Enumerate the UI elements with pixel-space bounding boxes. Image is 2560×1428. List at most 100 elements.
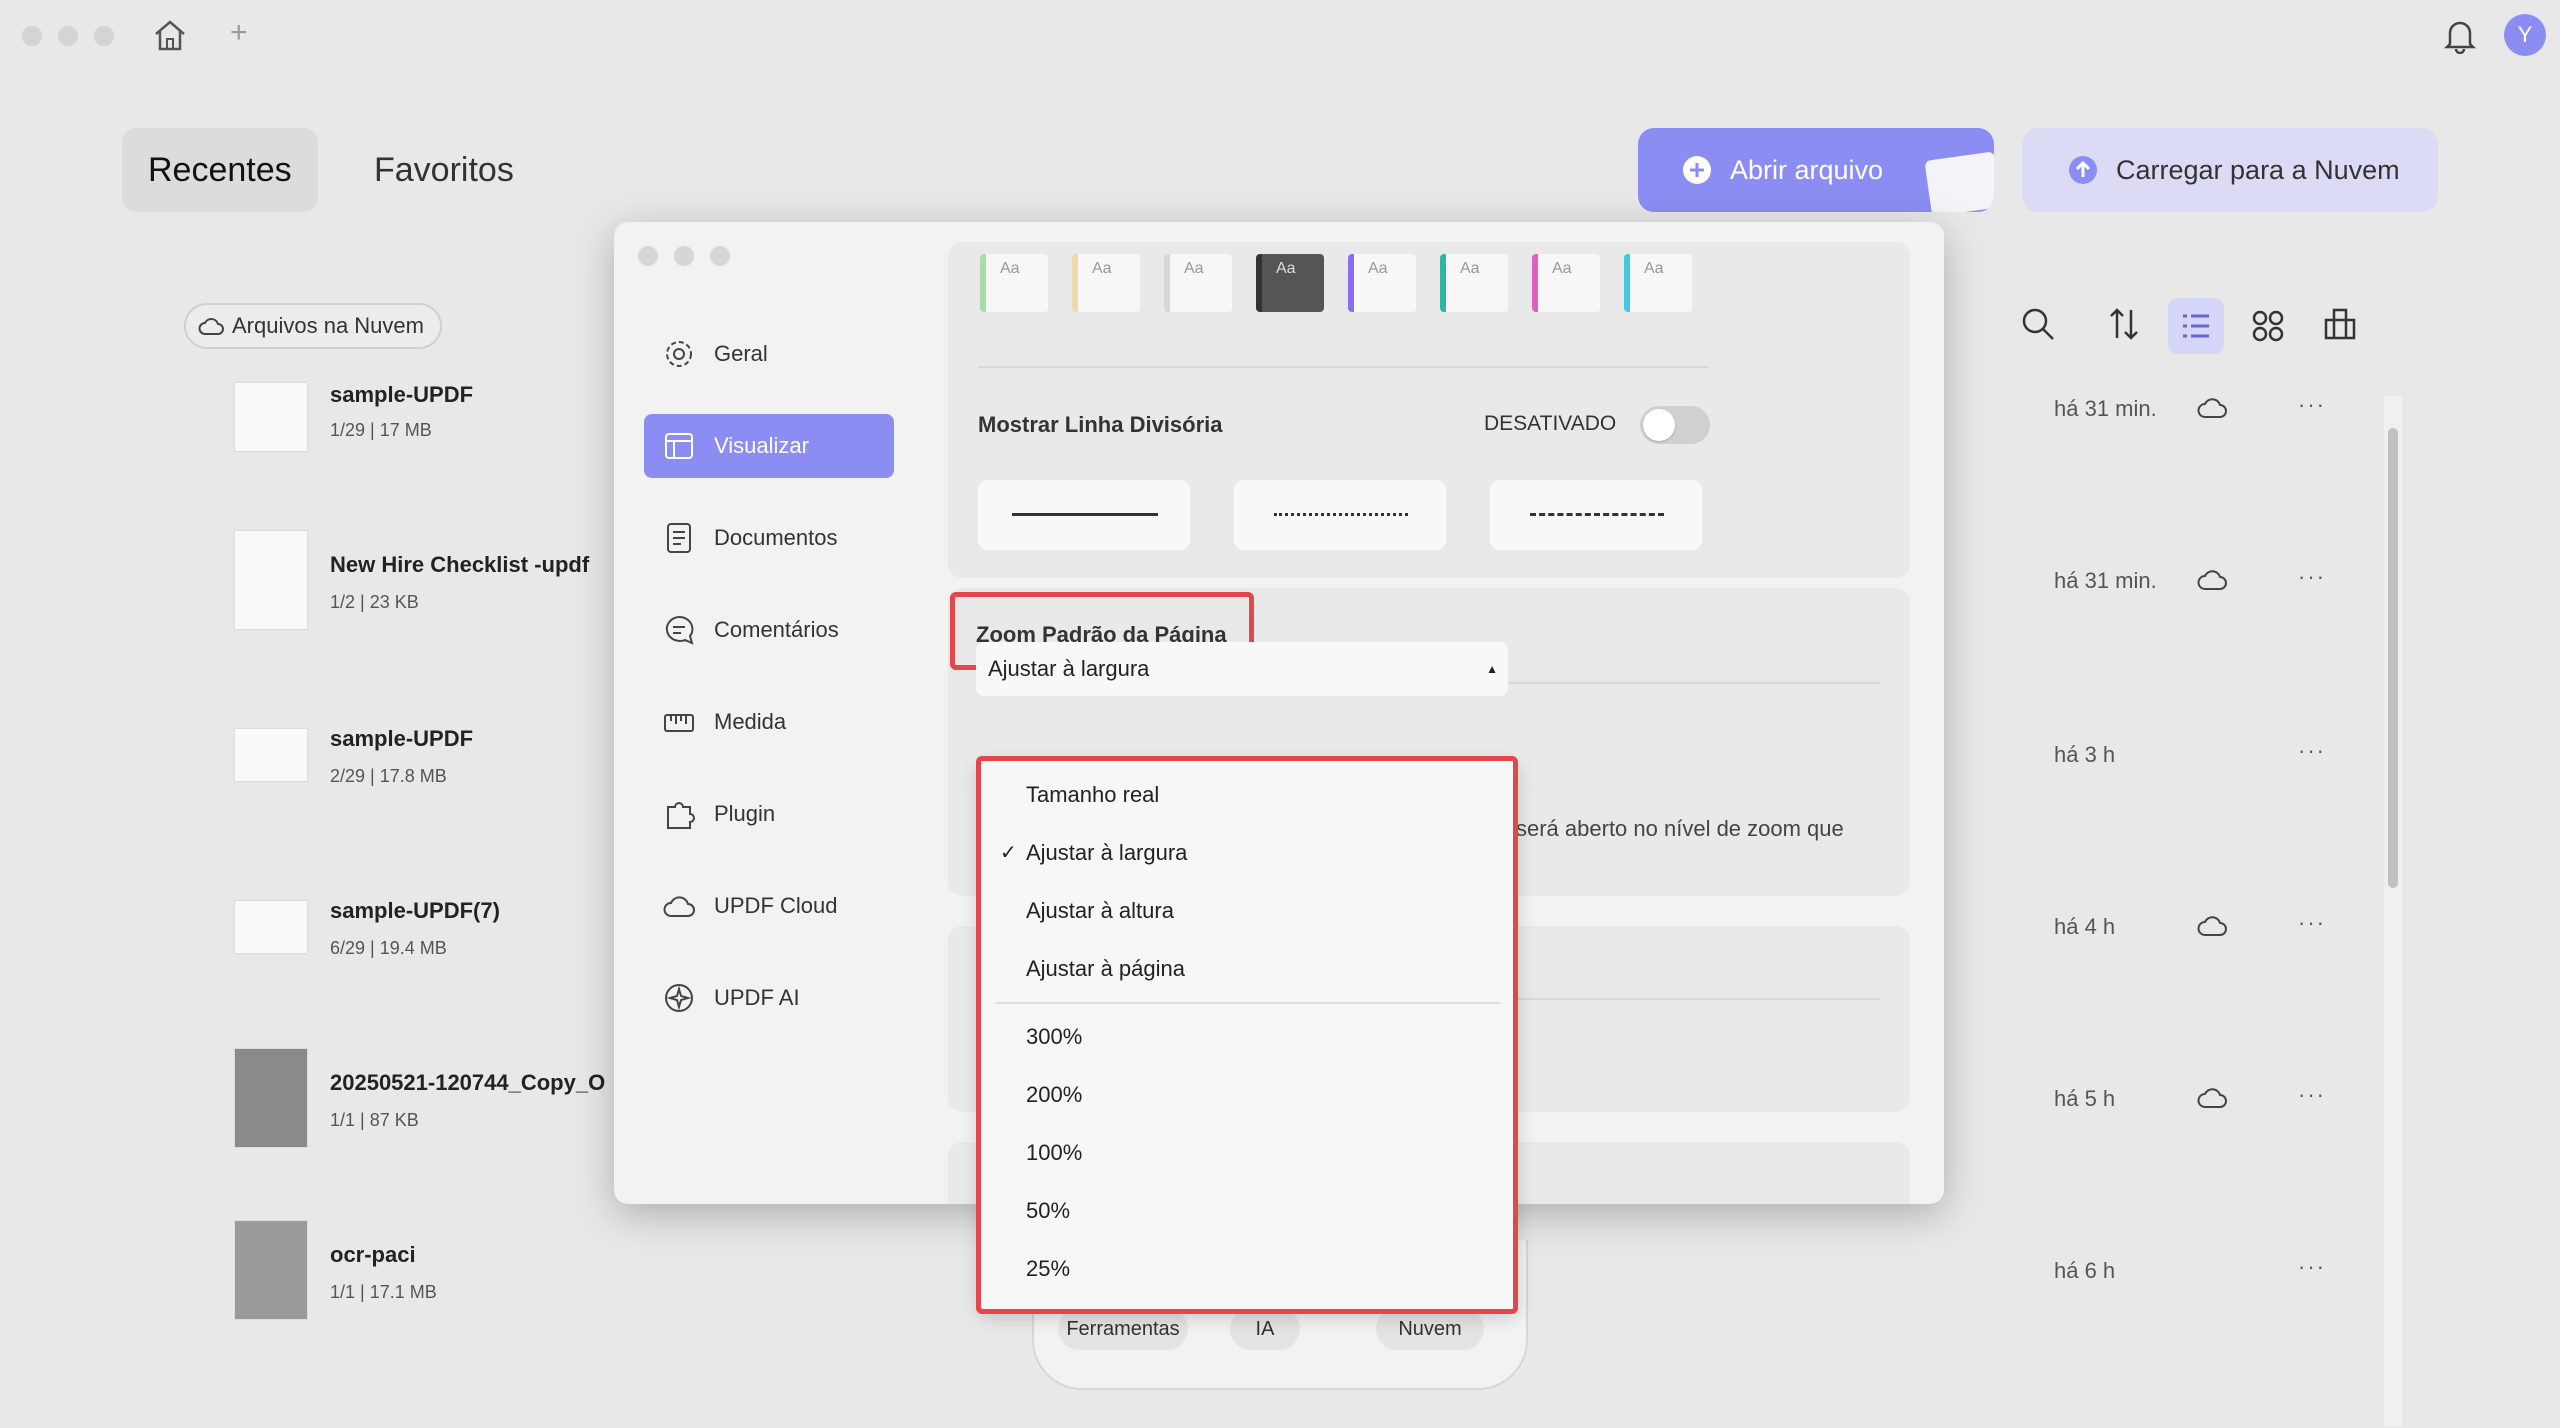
more-options-icon[interactable]: ··· — [2298, 1082, 2326, 1108]
gear-icon — [666, 341, 692, 367]
dialog-close-button[interactable] — [638, 246, 658, 266]
cloud-icon[interactable] — [2197, 914, 2227, 938]
theme-swatch[interactable]: Aa — [1348, 254, 1416, 312]
line-style-solid[interactable] — [978, 480, 1190, 550]
sort-icon[interactable] — [2108, 306, 2140, 347]
sidebar-item-label: Documentos — [714, 525, 838, 550]
file-time: há 31 min. — [2054, 568, 2157, 593]
more-options-icon[interactable]: ··· — [2298, 738, 2326, 764]
file-name: New Hire Checklist -updf — [330, 552, 590, 577]
file-meta: 1/1 | 87 KB — [330, 1110, 419, 1130]
upload-cloud-label: Carregar para a Nuvem — [2116, 154, 2400, 185]
more-options-icon[interactable]: ··· — [2298, 910, 2326, 936]
swatch-label: Aa — [1184, 260, 1204, 277]
swatch-label: Aa — [1276, 260, 1296, 277]
tab-favoritos[interactable]: Favoritos — [348, 128, 540, 212]
file-meta: 6/29 | 19.4 MB — [330, 938, 447, 958]
show-divider-toggle[interactable] — [1640, 406, 1710, 444]
theme-swatch[interactable]: Aa — [1532, 254, 1600, 312]
more-options-icon[interactable]: ··· — [2298, 564, 2326, 590]
more-options-icon[interactable]: ··· — [2298, 1254, 2326, 1280]
tab-nuvem[interactable]: Nuvem — [1376, 1308, 1484, 1350]
more-options-icon[interactable]: ··· — [2298, 392, 2326, 418]
display-settings-card: Aa Aa Aa Aa Aa Aa Aa Aa Mostrar Linha Di… — [948, 242, 1910, 578]
theme-swatch[interactable]: Aa — [1072, 254, 1140, 312]
cloud-icon[interactable] — [2197, 396, 2227, 420]
theme-swatch[interactable]: Aa — [1164, 254, 1232, 312]
show-divider-state: DESATIVADO — [1484, 412, 1617, 435]
cloud-icon — [663, 896, 695, 917]
cloud-files-label: Arquivos na Nuvem — [232, 313, 424, 338]
solid-line — [1012, 513, 1158, 516]
basket-icon[interactable] — [2322, 304, 2358, 347]
scrollbar-thumb[interactable] — [2388, 428, 2398, 888]
cloud-icon — [198, 318, 224, 335]
avatar[interactable]: Y — [2504, 14, 2546, 56]
window-minimize-button[interactable] — [58, 26, 78, 46]
ai-icon — [665, 984, 693, 1012]
list-icon — [2183, 314, 2209, 338]
sidebar-item-documentos[interactable]: Documentos — [644, 506, 894, 570]
swatch-label: Aa — [1552, 260, 1572, 277]
file-name: sample-UPDF — [330, 726, 474, 751]
file-time: há 5 h — [2054, 1086, 2116, 1111]
zoom-select[interactable]: Ajustar à largura ▲ — [976, 642, 1508, 696]
list-view-button[interactable] — [2168, 298, 2224, 354]
sidebar-item-medida[interactable]: Medida — [644, 690, 894, 754]
file-thumbnail — [234, 1220, 308, 1320]
window-close-button[interactable] — [22, 26, 42, 46]
file-name: sample-UPDF — [330, 382, 474, 407]
file-meta: 1/1 | 17.1 MB — [330, 1282, 437, 1302]
upload-cloud-button[interactable]: Carregar para a Nuvem — [2022, 128, 2438, 212]
file-thumbnail — [234, 530, 308, 630]
show-divider-label: Mostrar Linha Divisória — [978, 412, 1223, 437]
tab-recentes[interactable]: Recentes — [122, 128, 318, 212]
new-tab-button[interactable]: + — [230, 16, 248, 50]
puzzle-icon — [667, 802, 695, 829]
line-style-dashdot[interactable] — [1490, 480, 1702, 550]
theme-swatch[interactable]: Aa — [1624, 254, 1692, 312]
grid-view-icon[interactable] — [2252, 310, 2284, 347]
file-name: 20250521-120744_Copy_O — [330, 1070, 606, 1095]
theme-swatch[interactable]: Aa — [980, 254, 1048, 312]
tab-ferramentas[interactable]: Ferramentas — [1058, 1308, 1188, 1350]
file-time: há 6 h — [2054, 1258, 2116, 1283]
dialog-minimize-button[interactable] — [674, 246, 694, 266]
open-file-button[interactable]: Abrir arquivo — [1638, 128, 1994, 212]
highlight-box — [976, 756, 1518, 1314]
file-thumbnail — [234, 382, 308, 452]
plus-circle-icon — [1683, 156, 1711, 184]
sidebar-item-visualizar[interactable]: Visualizar — [644, 414, 894, 478]
sidebar-item-comentarios[interactable]: Comentários — [644, 598, 894, 662]
swatch-label: Aa — [1092, 260, 1112, 277]
tab-ia[interactable]: IA — [1230, 1308, 1300, 1350]
swatch-label: Aa — [1000, 260, 1020, 277]
theme-swatch[interactable]: Aa — [1440, 254, 1508, 312]
comment-icon — [665, 615, 694, 645]
upload-icon — [2069, 156, 2097, 184]
theme-swatch[interactable]: Aa — [1256, 254, 1324, 312]
file-thumbnail — [234, 728, 308, 782]
line-style-dotted[interactable] — [1234, 480, 1446, 550]
sidebar-item-updf-ai[interactable]: UPDF AI — [644, 966, 894, 1030]
ruler-icon — [664, 714, 694, 732]
layout-icon — [665, 433, 693, 459]
file-meta: 1/29 | 17 MB — [330, 420, 432, 440]
cloud-files-chip[interactable]: Arquivos na Nuvem — [184, 303, 442, 349]
cloud-icon[interactable] — [2197, 1086, 2227, 1110]
sidebar-item-label: Visualizar — [714, 433, 809, 458]
chevron-up-icon: ▲ — [1486, 662, 1498, 676]
home-icon[interactable] — [152, 18, 188, 57]
file-meta: 1/2 | 23 KB — [330, 592, 419, 612]
sidebar-item-geral[interactable]: Geral — [644, 322, 894, 386]
sidebar-item-label: Plugin — [714, 801, 776, 826]
bell-icon[interactable] — [2443, 18, 2477, 59]
dialog-zoom-button[interactable] — [710, 246, 730, 266]
sidebar-item-label: UPDF Cloud — [714, 893, 838, 918]
sidebar-item-updf-cloud[interactable]: UPDF Cloud — [644, 874, 894, 938]
window-zoom-button[interactable] — [94, 26, 114, 46]
sidebar-item-plugin[interactable]: Plugin — [644, 782, 894, 846]
cloud-icon[interactable] — [2197, 568, 2227, 592]
toggle-knob — [1643, 409, 1675, 441]
search-icon[interactable] — [2020, 306, 2056, 347]
